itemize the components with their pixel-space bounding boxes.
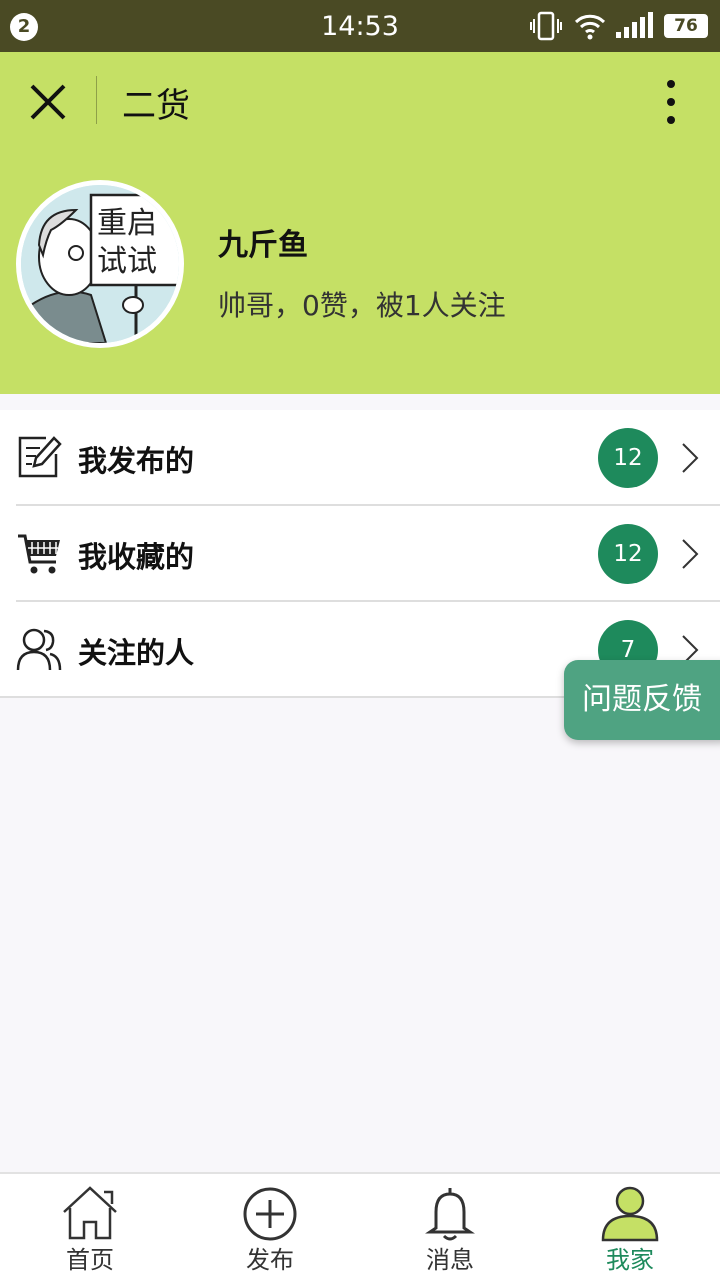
home-icon	[63, 1186, 117, 1240]
vibrate-icon	[530, 11, 562, 41]
signal-icon	[616, 12, 653, 38]
bottom-nav: 首页 发布 消息 我家	[0, 1172, 720, 1280]
feedback-button[interactable]: 问题反馈	[564, 660, 720, 740]
status-bar: 2 14:53 76	[0, 0, 720, 52]
bell-icon	[425, 1188, 475, 1241]
edit-note-icon	[18, 436, 62, 478]
username: 九斤鱼	[218, 228, 308, 263]
more-vertical-icon[interactable]	[656, 74, 686, 130]
battery-icon: 76	[664, 14, 708, 38]
count-badge: 12	[598, 428, 658, 488]
cart-icon	[18, 534, 60, 574]
menu-item-my-posts[interactable]: 我发布的 12	[0, 410, 720, 506]
avatar-sign-line-2: 试试	[97, 244, 157, 279]
avatar[interactable]: 重启 试试	[16, 180, 184, 348]
tab-label: 首页	[66, 1246, 114, 1274]
menu-item-favorites[interactable]: 我收藏的 12	[0, 506, 720, 602]
tab-publish[interactable]: 发布	[180, 1174, 360, 1280]
header-divider	[96, 76, 97, 124]
chevron-right-icon	[682, 443, 699, 473]
avatar-sign-line-1: 重启	[97, 206, 157, 241]
tab-messages[interactable]: 消息	[360, 1174, 540, 1280]
add-circle-icon	[243, 1187, 297, 1241]
profile-menu: 我发布的 12 我收藏的 12 关注的人 7	[0, 410, 720, 698]
tab-home[interactable]: 首页	[0, 1174, 180, 1280]
avatar-illustration: 重启 试试	[21, 185, 179, 343]
wifi-icon	[574, 14, 606, 40]
count-badge: 12	[598, 524, 658, 584]
menu-item-label: 关注的人	[78, 636, 195, 670]
tab-label: 消息	[426, 1246, 474, 1274]
user-icon	[601, 1186, 659, 1242]
page-title: 二货	[122, 86, 190, 126]
tab-label: 发布	[246, 1246, 294, 1274]
user-stats: 帅哥，0赞，被1人关注	[218, 289, 506, 322]
profile-header: 二货 重启 试试 九斤鱼 帅哥，0赞，被1人关注	[0, 52, 720, 394]
menu-item-label: 我发布的	[78, 444, 195, 478]
close-icon[interactable]	[22, 76, 74, 128]
chevron-right-icon	[682, 539, 699, 569]
tab-my-home[interactable]: 我家	[540, 1174, 720, 1280]
menu-item-label: 我收藏的	[78, 540, 195, 574]
status-time: 14:53	[321, 11, 399, 42]
users-icon	[16, 628, 62, 671]
tab-label: 我家	[606, 1246, 654, 1274]
